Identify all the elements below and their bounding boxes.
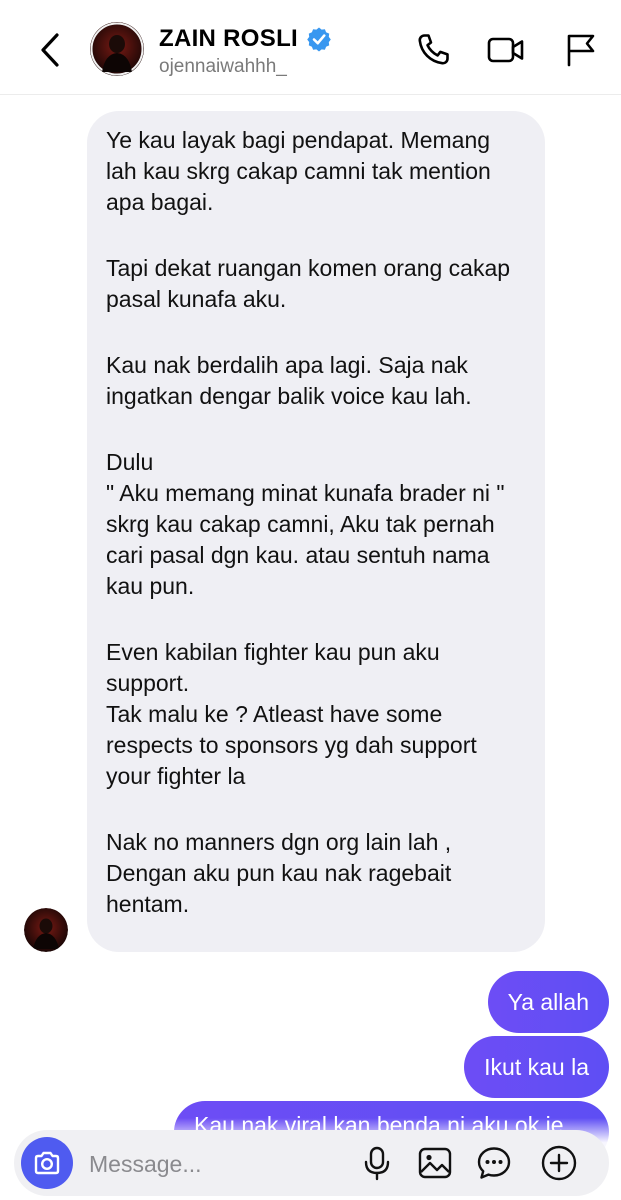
camera-button[interactable]	[21, 1137, 73, 1189]
voice-message-button[interactable]	[357, 1143, 397, 1183]
back-button[interactable]	[30, 26, 70, 74]
contact-avatar[interactable]	[90, 22, 144, 76]
flag-icon	[567, 34, 595, 67]
dm-conversation-screen: ZAIN ROSLI ojennaiwahhh_ Ye kau layak ba…	[0, 0, 621, 1200]
message-input[interactable]	[87, 1140, 351, 1188]
report-button[interactable]	[560, 30, 600, 70]
gallery-button[interactable]	[415, 1143, 455, 1183]
phone-icon	[418, 34, 449, 65]
plus-icon	[541, 1145, 577, 1181]
message-paragraph: Nak no manners dgn org lain lah , Dengan…	[106, 829, 452, 917]
sticker-icon	[477, 1147, 511, 1179]
video-camera-icon	[487, 37, 524, 63]
contact-name: ZAIN ROSLI	[159, 25, 298, 52]
more-options-button[interactable]	[539, 1143, 579, 1183]
microphone-icon	[364, 1146, 390, 1181]
message-paragraph: Tapi dekat ruangan komen orang cakap pas…	[106, 255, 517, 312]
message-composer	[14, 1130, 609, 1196]
received-message-bubble[interactable]: Ye kau layak bagi pendapat. Memang lah k…	[87, 111, 545, 952]
message-paragraph: Kau nak berdalih apa lagi. Saja nak inga…	[106, 352, 475, 409]
audio-call-button[interactable]	[413, 30, 453, 70]
sticker-button[interactable]	[474, 1143, 514, 1183]
conversation-header: ZAIN ROSLI ojennaiwahhh_	[0, 0, 621, 95]
sender-avatar[interactable]	[24, 908, 68, 952]
back-icon	[41, 33, 59, 67]
contact-username[interactable]: ojennaiwahhh_	[159, 56, 287, 78]
video-call-button[interactable]	[486, 30, 526, 70]
message-paragraph: Even kabilan fighter kau pun aku support…	[106, 639, 477, 789]
contact-name-row[interactable]: ZAIN ROSLI	[159, 22, 332, 56]
sent-message-bubble[interactable]: Ikut kau la	[464, 1036, 609, 1098]
verified-badge-icon	[306, 26, 332, 52]
message-paragraph: Ye kau layak bagi pendapat. Memang lah k…	[106, 127, 498, 215]
gallery-icon	[418, 1147, 452, 1179]
camera-icon	[34, 1151, 60, 1175]
sent-message-bubble[interactable]: Ya allah	[487, 971, 609, 1033]
message-paragraph: Dulu " Aku memang minat kunafa brader ni…	[106, 449, 505, 599]
